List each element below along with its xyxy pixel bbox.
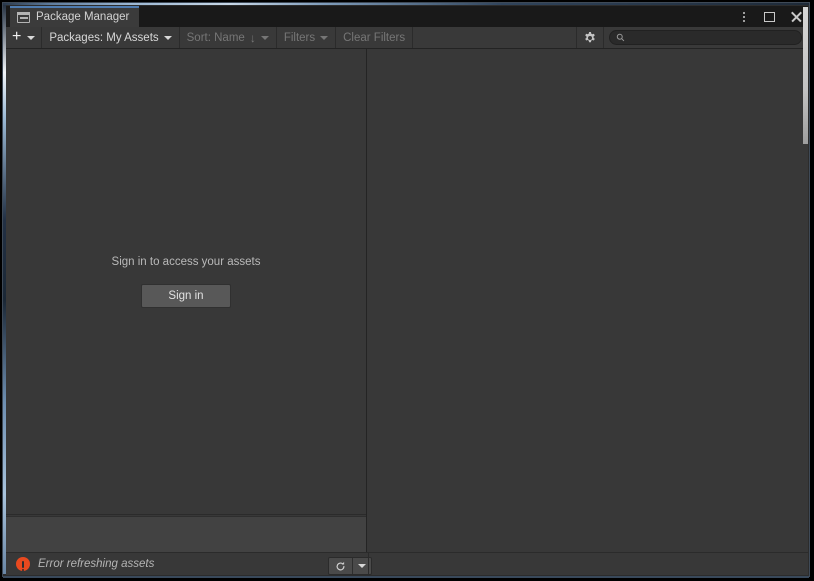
toolbar-spacer: [413, 27, 577, 48]
chevron-down-icon: [358, 564, 366, 568]
maximize-square-icon: [764, 11, 775, 22]
plus-icon: +: [12, 27, 22, 45]
window-close-button[interactable]: [787, 8, 804, 25]
status-message: Error refreshing assets: [38, 558, 155, 570]
chevron-down-icon: [163, 35, 172, 40]
window-bottom-accent: [3, 576, 809, 578]
status-bar: Error refreshing assets: [6, 552, 808, 576]
refresh-circular-arrow-icon: [336, 561, 345, 570]
search-container: [604, 27, 808, 48]
chevron-down-icon: [260, 35, 269, 40]
vertical-dots-icon: [742, 11, 745, 22]
vertical-scrollbar[interactable]: [803, 7, 808, 552]
search-icon: [616, 33, 625, 42]
gear-icon: [585, 31, 595, 42]
clear-filters-button[interactable]: Clear Filters: [336, 27, 414, 48]
window-controls: [735, 6, 804, 27]
status-bar-divider: [368, 553, 369, 576]
search-input[interactable]: [629, 31, 795, 44]
package-list-panel: Sign in to access your assets Sign in: [6, 49, 367, 552]
title-bar: Package Manager: [6, 6, 808, 27]
signin-button[interactable]: Sign in: [141, 283, 231, 308]
error-circle-icon: [16, 557, 30, 571]
unity-package-manager-window: Package Manager + Packages: My Assets So…: [0, 0, 814, 581]
status-message-group: Error refreshing assets: [6, 557, 154, 571]
search-field[interactable]: [609, 30, 802, 45]
filters-label: Filters: [283, 31, 316, 44]
vertical-scrollbar-thumb[interactable]: [803, 7, 808, 144]
sort-direction-icon: ↓: [249, 30, 256, 45]
window-menu-button[interactable]: [735, 8, 752, 25]
packages-scope-dropdown[interactable]: Packages: My Assets: [42, 27, 180, 48]
add-package-button[interactable]: +: [6, 27, 43, 48]
package-details-panel: [368, 49, 808, 552]
clear-filters-label: Clear Filters: [343, 31, 406, 44]
settings-button[interactable]: [577, 27, 604, 48]
package-list-body: Sign in to access your assets Sign in: [6, 49, 366, 515]
refresh-button[interactable]: [329, 558, 353, 574]
toolbar: + Packages: My Assets Sort: Name ↓ Filte…: [6, 27, 808, 49]
close-x-icon: [790, 11, 802, 23]
tab-package-manager[interactable]: Package Manager: [10, 6, 140, 27]
filters-dropdown[interactable]: Filters: [277, 27, 337, 48]
chevron-down-icon: [27, 35, 36, 40]
window-top-accent: [3, 3, 809, 5]
package-list-footer: [6, 516, 366, 552]
chevron-down-icon: [320, 35, 329, 40]
refresh-group: [328, 557, 372, 575]
package-box-icon: [17, 12, 30, 23]
content-area: Sign in to access your assets Sign in: [6, 7, 808, 552]
sort-label: Sort: Name: [186, 31, 245, 44]
sort-dropdown[interactable]: Sort: Name ↓: [180, 27, 277, 48]
signin-message: Sign in to access your assets: [111, 255, 261, 268]
window-maximize-button[interactable]: [761, 8, 778, 25]
packages-scope-label: Packages: My Assets: [49, 31, 159, 44]
tab-label: Package Manager: [36, 10, 130, 23]
